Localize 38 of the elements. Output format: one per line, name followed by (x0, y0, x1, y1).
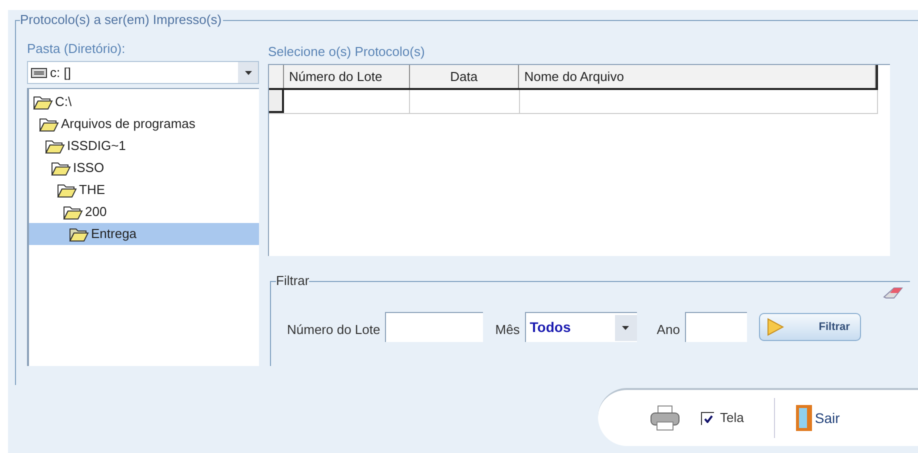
folder-icon (51, 160, 71, 176)
eraser-icon[interactable] (882, 285, 906, 301)
column-header[interactable]: Nome do Arquivo (519, 65, 876, 88)
field-label: Número do Lote (287, 321, 380, 340)
door-icon (794, 404, 813, 432)
protocols-label: Selecione o(s) Protocolo(s) (268, 44, 426, 60)
column-header[interactable]: Número do Lote (284, 65, 410, 88)
tree-item[interactable]: THE (29, 179, 259, 201)
folder-icon (33, 94, 53, 110)
folder-icon (57, 182, 77, 198)
field-label: Mês (495, 321, 520, 340)
tree-item[interactable]: ISSDIG~1 (29, 135, 259, 157)
folder-icon (63, 204, 83, 220)
checkbox-label: Tela (720, 409, 744, 428)
exit-button[interactable]: Sair (794, 404, 840, 432)
month-select[interactable]: Todos (524, 312, 637, 342)
caret-icon (244, 70, 252, 74)
drive-icon (31, 68, 47, 78)
group-title: Protocolo(s) a ser(em) Impresso(s) (20, 12, 223, 28)
text-field[interactable] (385, 312, 484, 342)
tree-item[interactable]: Entrega (29, 223, 259, 245)
filter-button[interactable]: Filtrar (758, 313, 861, 341)
tree-item[interactable]: C:\ (29, 91, 259, 113)
folder-icon (69, 226, 89, 242)
drive-select[interactable]: c: [] (27, 61, 259, 84)
folder-icon (39, 116, 59, 132)
tree-item[interactable]: ISSO (29, 157, 259, 179)
text-field[interactable] (684, 312, 747, 342)
column-header[interactable]: Data (410, 65, 520, 88)
row-indicator[interactable] (269, 90, 284, 113)
play-icon (766, 318, 784, 336)
folder-icon (45, 138, 65, 154)
caret-icon (622, 326, 630, 330)
tree-item[interactable]: Arquivos de programas (29, 113, 259, 135)
printer-icon[interactable] (650, 405, 680, 431)
folder-label: Pasta (Diretório): (27, 41, 126, 57)
tree-item[interactable]: 200 (29, 201, 259, 223)
field-label: Ano (656, 321, 680, 340)
